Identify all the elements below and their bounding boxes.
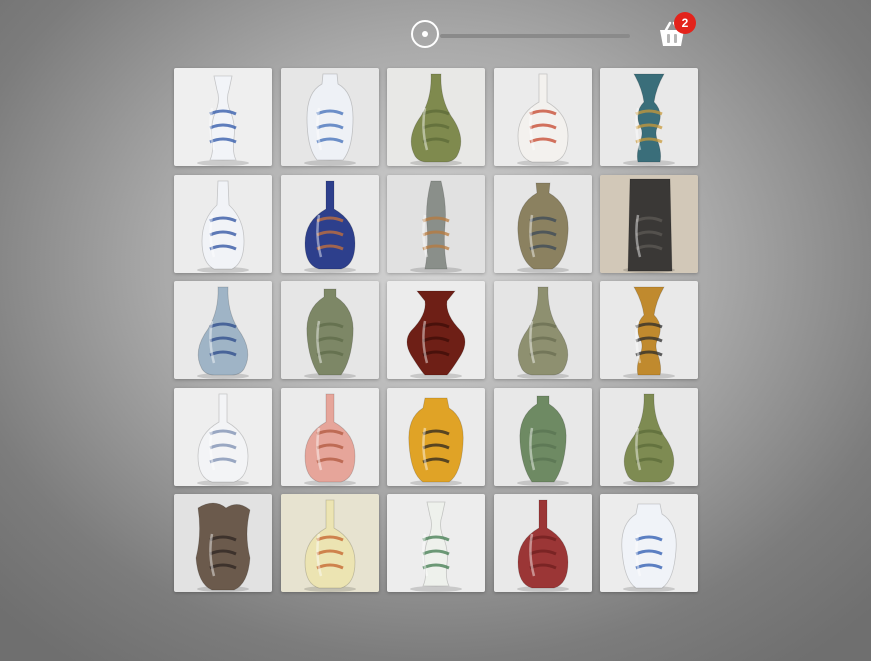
- gallery-tile[interactable]: [493, 494, 592, 592]
- vase-blue-floral-pear: [174, 281, 272, 379]
- gallery-tile[interactable]: [280, 494, 379, 592]
- gallery-tile[interactable]: [387, 387, 485, 486]
- vase-green-celadon-pear: [387, 68, 485, 166]
- gallery-tile[interactable]: [387, 494, 485, 592]
- gallery-tile[interactable]: [493, 387, 592, 486]
- gallery-tile[interactable]: [493, 281, 592, 379]
- vase-celadon-tall-baluster: [493, 387, 592, 486]
- vase-celadon-meiping: [280, 281, 379, 379]
- vase-white-blue-bird-bottle: [174, 387, 272, 486]
- gallery-tile[interactable]: [280, 68, 379, 166]
- slider-handle-dot: [422, 31, 428, 37]
- gallery-tile[interactable]: [493, 174, 592, 273]
- vase-blue-gilt-bottle: [280, 174, 379, 273]
- gallery-tile[interactable]: [493, 68, 592, 166]
- gallery-tile[interactable]: [600, 68, 698, 166]
- cart-count-badge: 2: [674, 12, 696, 34]
- vase-brown-lacquer-ribbed: [387, 281, 485, 379]
- vase-gallery-grid: [174, 68, 698, 592]
- gallery-tile[interactable]: [600, 387, 698, 486]
- gallery-tile[interactable]: [174, 281, 272, 379]
- slider-track[interactable]: [440, 34, 630, 38]
- vase-famille-red-floral-bottle: [493, 68, 592, 166]
- vase-green-crackle-pear: [493, 281, 592, 379]
- vase-famille-verte-figures: [387, 494, 485, 592]
- vase-bronze-folded-metal: [174, 494, 272, 592]
- vase-cloisonne-blue-gu: [600, 68, 698, 166]
- gallery-tile[interactable]: [280, 387, 379, 486]
- vase-drip-glaze-ovoid: [493, 174, 592, 273]
- gallery-tile[interactable]: [600, 174, 698, 273]
- gallery-tile[interactable]: [174, 387, 272, 486]
- vase-gold-black-baluster: [600, 281, 698, 379]
- gallery-tile[interactable]: [174, 494, 272, 592]
- slider-handle[interactable]: [411, 20, 439, 48]
- vase-satsuma-floral-bottle: [280, 494, 379, 592]
- vase-yellow-black-marbled: [387, 387, 485, 486]
- gallery-tile[interactable]: [280, 174, 379, 273]
- vase-twisted-stoneware: [387, 174, 485, 273]
- gallery-tile[interactable]: [600, 494, 698, 592]
- vase-dark-carved-cylinder: [600, 174, 698, 273]
- vase-blue-white-landscape-baluster: [280, 68, 379, 166]
- gallery-tile[interactable]: [174, 174, 272, 273]
- gallery-tile[interactable]: [600, 281, 698, 379]
- vase-green-carved-dish-top: [600, 387, 698, 486]
- gallery-tile[interactable]: [387, 68, 485, 166]
- vase-copper-red-bottle: [493, 494, 592, 592]
- gallery-tile[interactable]: [387, 174, 485, 273]
- gallery-tile[interactable]: [387, 281, 485, 379]
- top-bar: 2: [0, 0, 871, 70]
- vase-blue-white-covered-jar: [600, 494, 698, 592]
- vase-blue-white-ring-handled: [174, 174, 272, 273]
- vase-pink-carved-bottle: [280, 387, 379, 486]
- gallery-tile[interactable]: [280, 281, 379, 379]
- gallery-tile[interactable]: [174, 68, 272, 166]
- vase-blue-white-dragon-beaker: [174, 68, 272, 166]
